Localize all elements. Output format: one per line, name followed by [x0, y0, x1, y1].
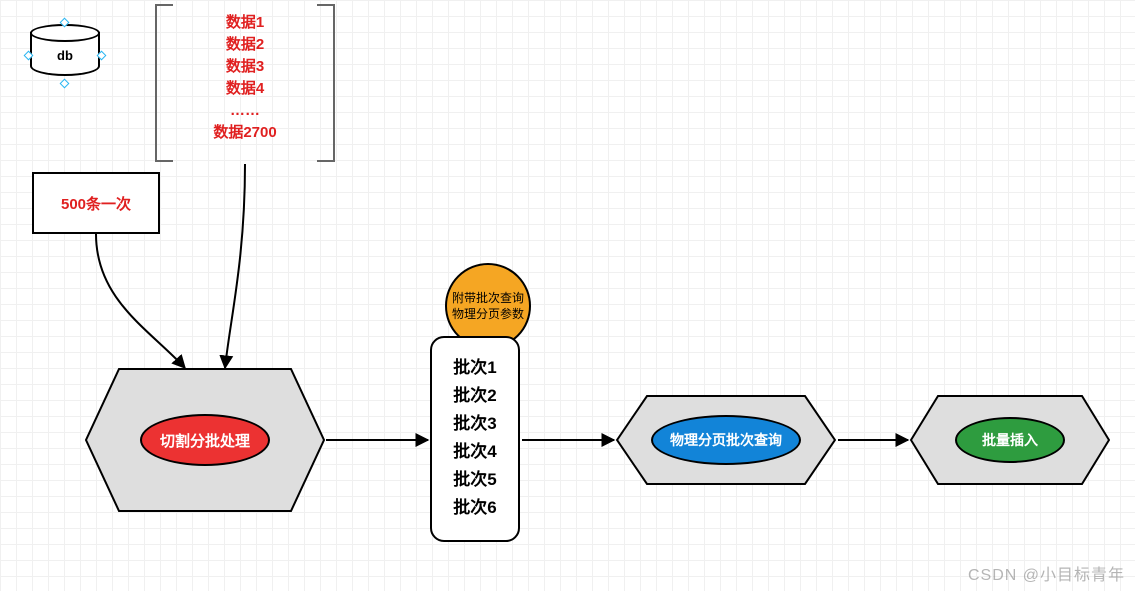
bracket-left-icon — [155, 4, 173, 162]
data-item: 数据3 — [155, 56, 335, 78]
batch-item: 批次1 — [432, 354, 518, 382]
data-item: …… — [155, 100, 335, 122]
bracket-right-icon — [317, 4, 335, 162]
batch-item: 批次5 — [432, 466, 518, 494]
insert-hexagon: 批量插入 — [910, 395, 1110, 485]
data-item: 数据2 — [155, 34, 335, 56]
batch-size-box: 500条一次 — [32, 172, 160, 234]
batch-item: 批次2 — [432, 382, 518, 410]
watermark-text: CSDN @小目标青年 — [968, 561, 1125, 585]
selection-handle-icon — [60, 79, 70, 89]
batch-item: 批次3 — [432, 410, 518, 438]
db-cylinder: db — [30, 24, 100, 84]
batch-item: 批次6 — [432, 494, 518, 522]
batch-item: 批次4 — [432, 438, 518, 466]
circle-text-line1: 附带批次查询 — [452, 290, 524, 306]
data-item: 数据2700 — [155, 122, 335, 144]
data-list-items: 数据1 数据2 数据3 数据4 …… 数据2700 — [155, 4, 335, 144]
circle-text-line2: 物理分页参数 — [452, 306, 524, 322]
db-label: db — [30, 48, 100, 63]
data-item: 数据4 — [155, 78, 335, 100]
batch-size-label: 500条一次 — [61, 193, 131, 214]
batch-list-box: 批次1 批次2 批次3 批次4 批次5 批次6 — [430, 336, 520, 542]
data-list-bracket: 数据1 数据2 数据3 数据4 …… 数据2700 — [155, 4, 335, 164]
diagram-canvas: db 数据1 数据2 数据3 数据4 …… 数据2700 500条一次 切割分批… — [0, 0, 1135, 591]
query-hexagon: 物理分页批次查询 — [616, 395, 836, 485]
data-item: 数据1 — [155, 12, 335, 34]
split-hexagon: 切割分批处理 — [85, 368, 325, 512]
